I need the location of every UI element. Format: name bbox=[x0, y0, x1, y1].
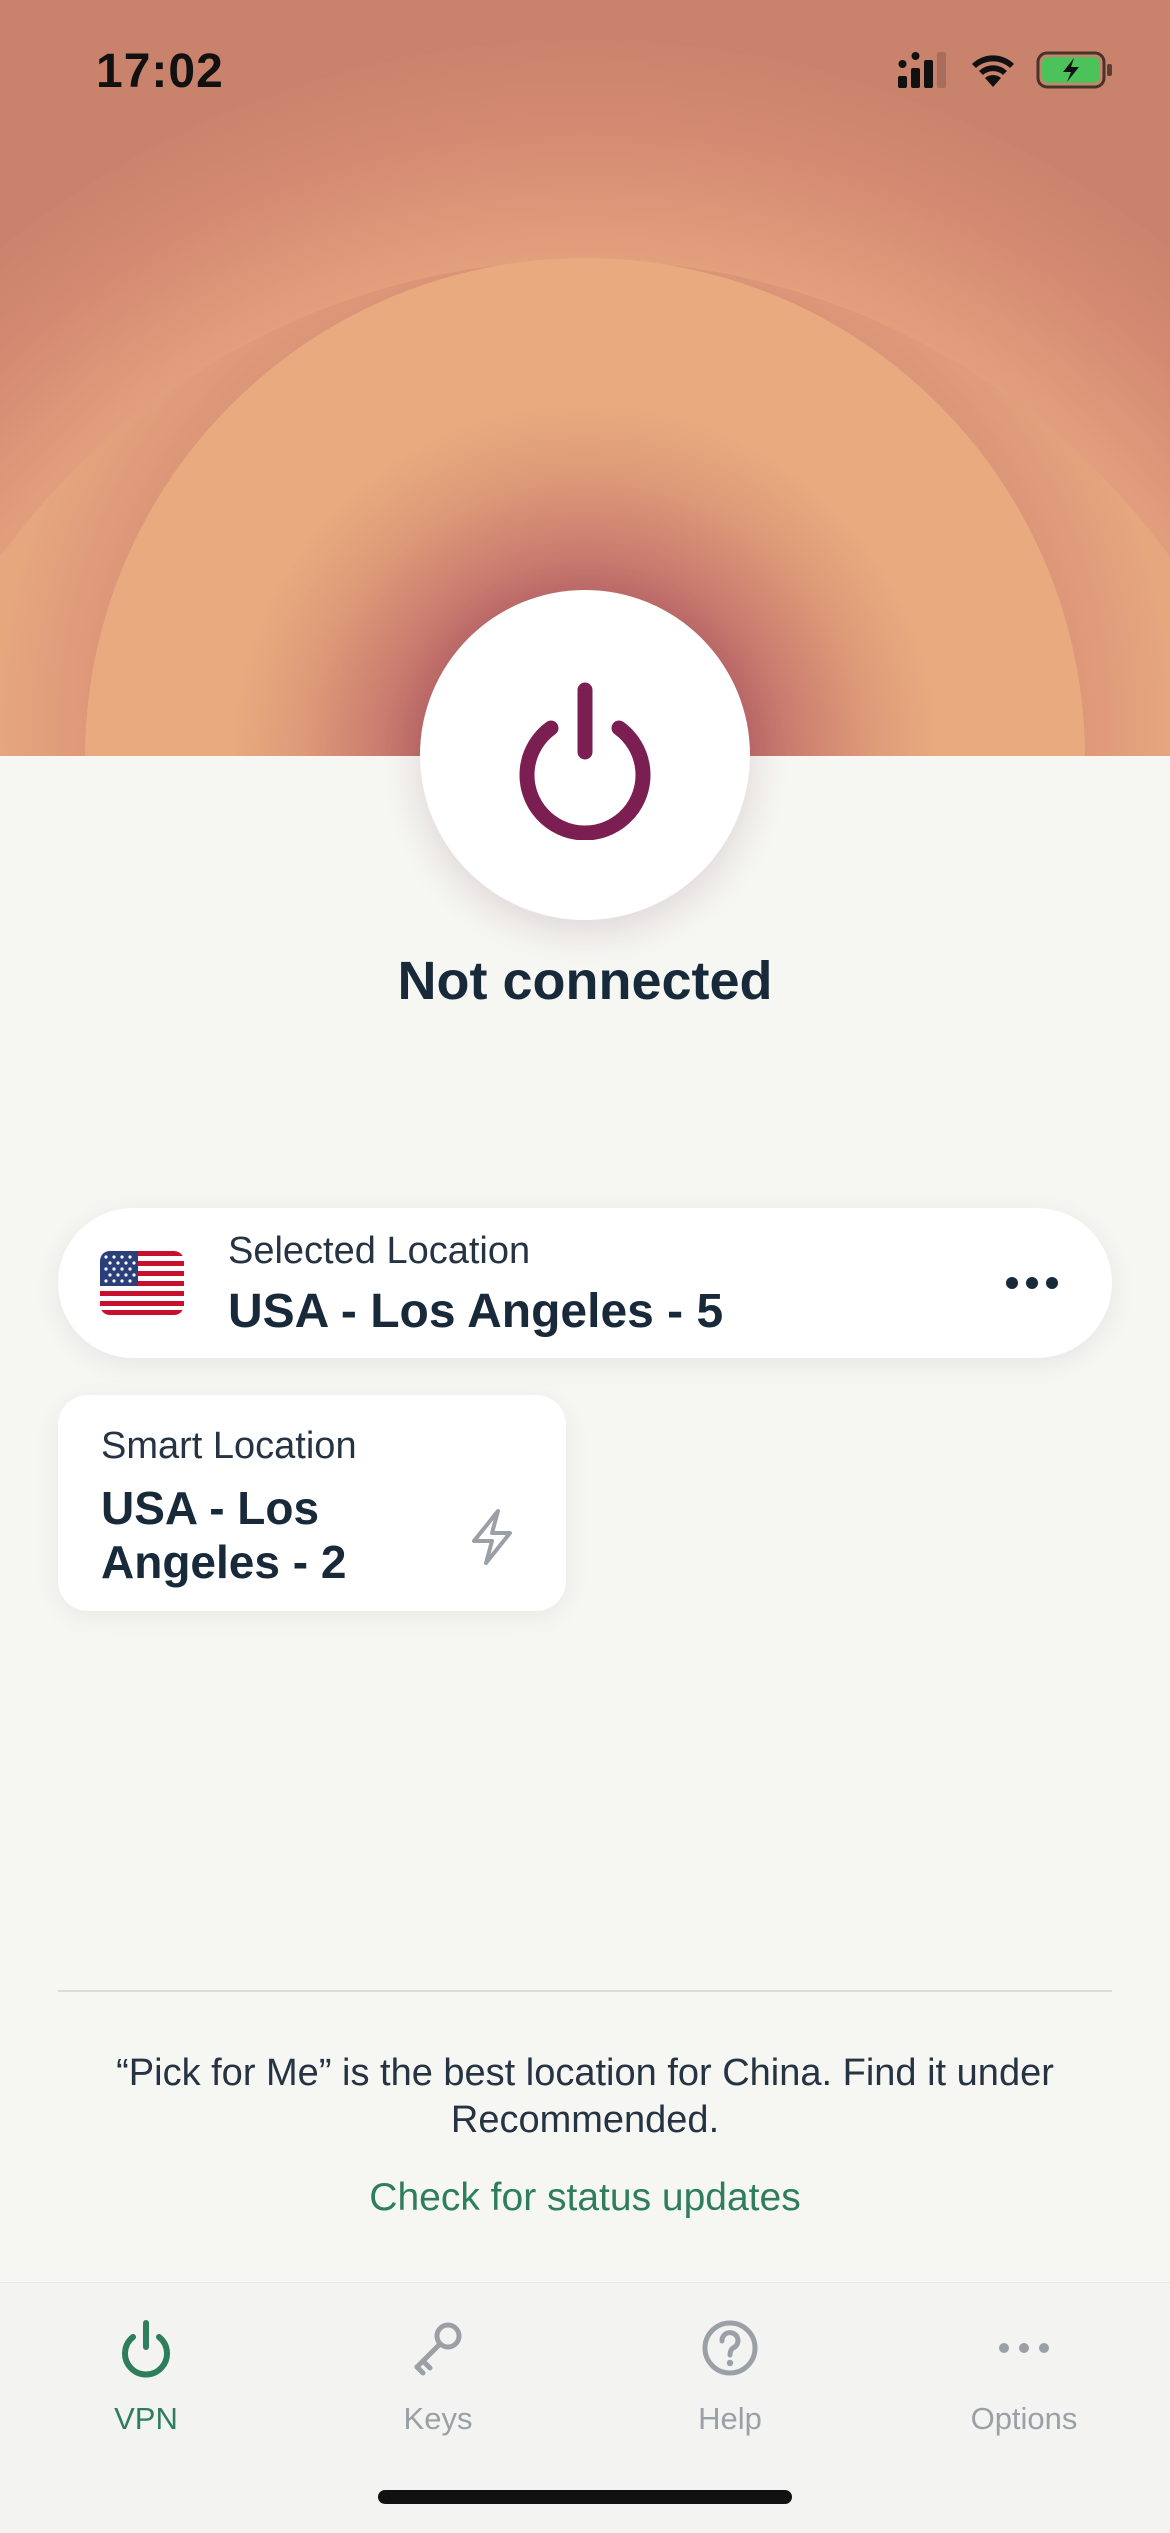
tab-vpn-label: VPN bbox=[114, 2401, 178, 2436]
help-icon bbox=[702, 2320, 758, 2376]
tab-vpn[interactable]: VPN bbox=[46, 2313, 246, 2453]
divider bbox=[58, 1990, 1112, 1992]
us-flag-icon bbox=[100, 1251, 184, 1315]
more-icon bbox=[999, 2343, 1049, 2353]
tab-options[interactable]: Options bbox=[924, 2313, 1124, 2453]
cellular-signal-icon bbox=[898, 52, 946, 88]
location-more-button[interactable] bbox=[992, 1253, 1072, 1313]
tab-help-label: Help bbox=[698, 2401, 762, 2436]
selected-location-label: Selected Location bbox=[228, 1230, 531, 1272]
status-icons bbox=[896, 50, 1114, 90]
connect-power-button[interactable] bbox=[420, 590, 750, 920]
home-indicator[interactable] bbox=[378, 2490, 792, 2504]
power-icon bbox=[519, 682, 651, 840]
battery-charging-icon bbox=[1036, 51, 1112, 89]
connection-status: Not connected bbox=[397, 951, 773, 1011]
more-dot-icon bbox=[1006, 1277, 1018, 1289]
recommendation-notice: “Pick for Me” is the best location for C… bbox=[116, 2052, 1054, 2141]
selected-location-card[interactable]: Selected Location USA - Los Angeles - 5 bbox=[58, 1208, 1112, 1358]
status-time: 17:02 bbox=[96, 45, 224, 98]
tab-options-label: Options bbox=[970, 2401, 1078, 2436]
selected-location-value: USA - Los Angeles - 5 bbox=[228, 1285, 724, 1338]
smart-location-value: USA - Los Angeles - 2 bbox=[101, 1482, 347, 1588]
smart-location-card[interactable]: Smart Location USA - Los Angeles - 2 bbox=[58, 1395, 566, 1611]
status-bar: 17:02 bbox=[0, 0, 1170, 150]
key-icon bbox=[414, 2322, 462, 2376]
tab-help[interactable]: Help bbox=[630, 2313, 830, 2453]
tab-keys-label: Keys bbox=[403, 2401, 473, 2436]
lightning-bolt-icon bbox=[472, 1509, 512, 1565]
smart-location-label: Smart Location bbox=[101, 1425, 357, 1467]
more-dot-icon bbox=[1046, 1277, 1058, 1289]
power-icon bbox=[122, 2320, 170, 2378]
more-dot-icon bbox=[1026, 1277, 1038, 1289]
wifi-icon bbox=[972, 55, 1014, 87]
tab-keys[interactable]: Keys bbox=[338, 2313, 538, 2453]
status-updates-link[interactable]: Check for status updates bbox=[0, 2176, 1170, 2220]
